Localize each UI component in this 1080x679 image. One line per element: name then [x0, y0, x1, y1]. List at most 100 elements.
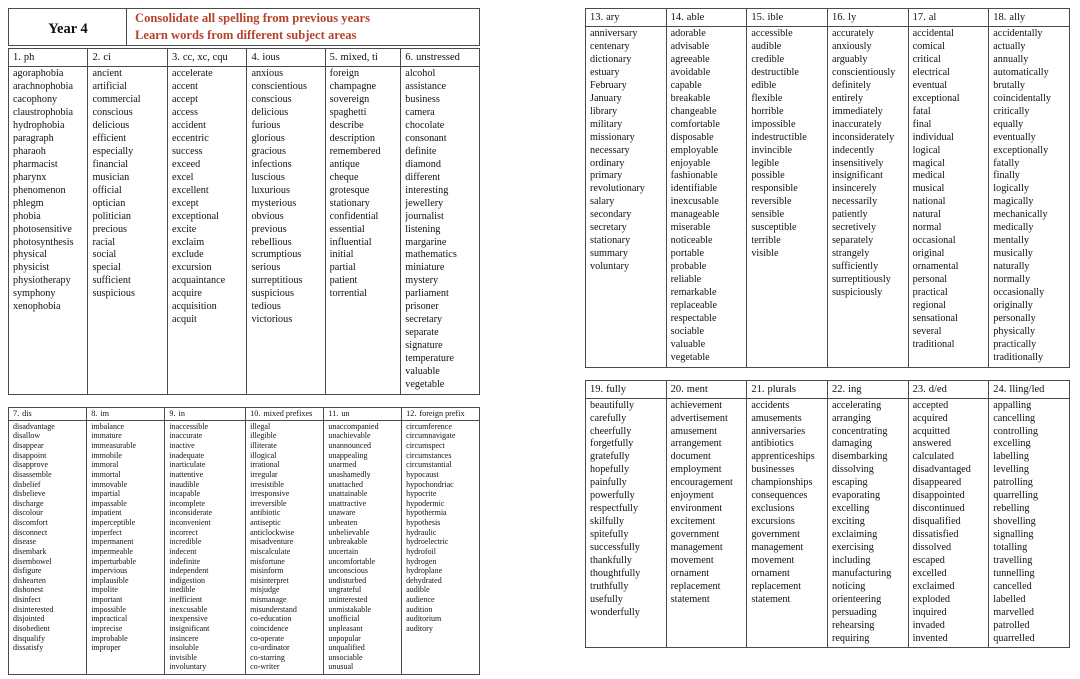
word-item: library — [590, 105, 618, 117]
word-list-13: anniversary centenary dictionary estuary Feb… — [585, 26, 667, 368]
word-item: mysterious — [251, 197, 297, 209]
column-header-5: 5. mixed, ti — [324, 48, 402, 68]
word-item: hydroplane — [406, 566, 443, 576]
word-item: unannounced — [328, 441, 372, 450]
word-item: impassable — [91, 498, 127, 508]
word-item: fashionable — [670, 170, 718, 182]
column-header-7: 7. dis — [7, 406, 88, 421]
column-number-17: 17. — [912, 12, 926, 23]
word-item: special — [92, 262, 121, 274]
word-item: disposable — [670, 131, 714, 143]
word-item: replacement — [670, 580, 721, 592]
word-item: mystery — [405, 275, 439, 287]
word-item: occasionally — [993, 286, 1045, 298]
word-item: furious — [251, 120, 281, 132]
word-item: ornament — [751, 567, 790, 579]
word-grid-19-to-24: 19. fully 20. ment 21. plurals 22. ing 23. d/… — [585, 379, 1070, 649]
word-item: traditional — [912, 338, 955, 350]
word-item: levelling — [993, 464, 1029, 476]
word-item: excursion — [171, 262, 212, 274]
word-item: social — [92, 249, 117, 261]
column-number-21: 21. — [751, 383, 765, 395]
word-item: individual — [912, 131, 954, 143]
word-item: diamond — [405, 158, 441, 170]
word-item: description — [329, 133, 375, 145]
word-item: incomplete — [169, 498, 205, 508]
word-item: susceptible — [751, 222, 797, 234]
column-header-11: 11. un — [323, 406, 403, 421]
column-number-7: 7. — [13, 408, 20, 418]
word-item: answered — [912, 438, 952, 450]
word-item: tunnelling — [993, 567, 1035, 579]
word-item: official — [92, 184, 122, 196]
word-item: disappoint — [13, 450, 47, 460]
word-item: tedious — [251, 301, 281, 313]
word-item: co-operate — [250, 633, 284, 643]
word-item: forgetfully — [590, 438, 634, 450]
word-item: camera — [405, 107, 435, 119]
word-item: ungrateful — [328, 585, 362, 595]
word-item: imprecise — [91, 623, 123, 633]
word-item: previous — [251, 223, 287, 235]
word-item: circumstantial — [406, 460, 452, 470]
word-item: encouragement — [670, 477, 733, 489]
words-row: beautifully carefully cheerfully forgetfull… — [585, 397, 1070, 649]
word-item: personally — [993, 312, 1036, 324]
word-item: estuary — [590, 66, 620, 78]
word-item: disallow — [13, 431, 41, 441]
word-list-7: disadvantage disallow disappear disappoint d… — [7, 419, 88, 676]
word-item: unashamedly — [328, 469, 371, 479]
word-item: hopefully — [590, 464, 630, 476]
column-header-16: 16. ly — [826, 7, 909, 28]
left-panel: Year 4 Consolidate all spelling from pre… — [7, 7, 480, 676]
word-item: disfigure — [13, 566, 42, 576]
word-item: exceed — [171, 158, 201, 170]
column-number-8: 8. — [91, 408, 98, 418]
column-number-1: 1. — [13, 52, 21, 64]
word-item: salary — [590, 196, 615, 208]
word-item: irresponsive — [250, 489, 290, 499]
word-item: unmistakable — [328, 604, 372, 614]
word-item: invincible — [751, 144, 793, 156]
word-item: employable — [670, 144, 719, 156]
word-item: exciting — [831, 516, 865, 528]
word-item: changeable — [670, 105, 717, 117]
word-item: mechanically — [993, 209, 1048, 221]
word-item: undisturbed — [328, 575, 367, 585]
word-item: legible — [751, 157, 780, 169]
word-item: dictionary — [590, 54, 632, 65]
word-item: wonderfully — [590, 606, 640, 618]
word-list-15: accessible audible credible destructible edi… — [746, 26, 828, 368]
word-item: valuable — [670, 338, 706, 350]
word-item: journalist — [405, 210, 444, 222]
column-header-4: 4. ious — [246, 48, 326, 68]
word-item: excite — [171, 223, 197, 235]
word-item: beautifully — [590, 399, 635, 411]
column-title-22: ing — [848, 383, 862, 395]
word-item: movement — [670, 554, 714, 566]
word-item: indestructible — [751, 131, 807, 143]
word-item: occasional — [912, 235, 956, 247]
word-item: obvious — [251, 210, 284, 222]
words-row: disadvantage disallow disappear disappoint d… — [7, 419, 480, 676]
word-item: infections — [251, 158, 292, 170]
word-item: misfortune — [250, 556, 285, 566]
word-item: persuading — [831, 606, 877, 618]
word-item: valuable — [405, 365, 440, 377]
column-title-11: un — [341, 408, 350, 418]
word-item: exclusions — [751, 503, 795, 515]
word-item: precious — [92, 223, 127, 235]
word-item: miserable — [670, 222, 711, 234]
word-item: circumstances — [406, 450, 452, 460]
word-item: ornament — [670, 567, 710, 579]
word-item: excel — [171, 171, 194, 183]
word-item: co-ordinator — [250, 643, 290, 653]
word-item: delicious — [251, 107, 289, 119]
word-item: hydrophobia — [13, 120, 65, 132]
column-number-22: 22. — [831, 383, 846, 395]
word-list-10: illegal illegible illiterate illogical irrat… — [245, 419, 325, 676]
word-item: hypocrite — [406, 489, 437, 499]
word-item: hydroelectric — [406, 537, 449, 547]
word-item: unarmed — [328, 460, 357, 470]
word-item: arguably — [831, 54, 868, 65]
